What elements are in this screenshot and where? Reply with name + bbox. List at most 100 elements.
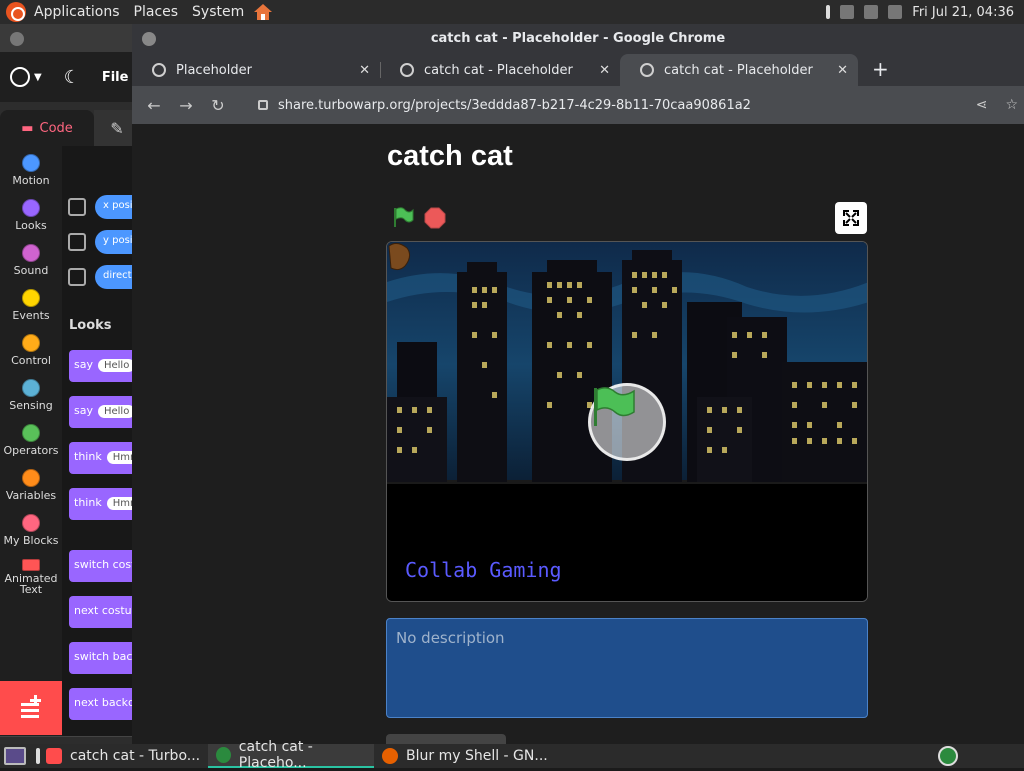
category-sensing[interactable]: Sensing xyxy=(0,379,62,412)
system-tray: Fri Jul 21, 04:36 xyxy=(826,0,1014,24)
think-block[interactable]: think Hmm xyxy=(69,442,140,474)
project-stage[interactable]: Collab Gaming xyxy=(386,241,868,602)
volume-icon[interactable] xyxy=(840,5,855,19)
description-textarea[interactable]: No description xyxy=(386,618,868,718)
system-menu-item[interactable]: System xyxy=(192,4,244,20)
switch-backdrop-block[interactable]: switch backd xyxy=(69,642,140,674)
globe-icon xyxy=(400,63,414,77)
add-extension-icon xyxy=(21,695,41,718)
block-palette: x posi y posi directi Looks say Hello say… xyxy=(62,146,140,736)
switch-costume-block[interactable]: switch costu xyxy=(69,550,140,582)
system-menu: Applications Places System xyxy=(0,2,274,22)
category-looks[interactable]: Looks xyxy=(0,199,62,232)
close-tab-icon[interactable]: ✕ xyxy=(837,63,848,78)
category-dot-icon xyxy=(22,154,40,172)
editor-bottom-strip xyxy=(0,736,140,744)
stop-icon[interactable] xyxy=(424,207,446,229)
add-extension-button[interactable] xyxy=(0,681,62,735)
window-menu-icon[interactable] xyxy=(10,32,24,46)
taskbar-item-chrome[interactable]: catch cat - Placeho... xyxy=(208,739,374,771)
tab-label: catch cat - Placeholder xyxy=(424,62,573,78)
window-menu-icon[interactable] xyxy=(142,32,156,46)
home-icon[interactable] xyxy=(252,2,274,22)
category-dot-icon xyxy=(22,244,40,262)
think-block[interactable]: think Hmm xyxy=(69,488,140,520)
taskbar-handle-icon[interactable] xyxy=(36,748,40,764)
back-arrow-icon[interactable]: ← xyxy=(138,96,170,115)
reporter-checkbox[interactable] xyxy=(68,233,86,251)
battery-icon[interactable] xyxy=(888,5,903,19)
editor-tabs: ▬ Code ✎ xyxy=(0,110,140,146)
chrome-toolbar: ← → ↻ share.turbowarp.org/projects/3eddd… xyxy=(132,86,1024,124)
next-costume-block[interactable]: next costum xyxy=(69,596,140,628)
category-motion[interactable]: Motion xyxy=(0,154,62,187)
globe-icon xyxy=(152,63,166,77)
category-variables[interactable]: Variables xyxy=(0,469,62,502)
turbowarp-menubar: ▼ ☾ File xyxy=(0,52,140,102)
block-categories: Motion Looks Sound Events Control Sensin… xyxy=(0,146,62,736)
show-desktop-icon[interactable] xyxy=(4,747,26,765)
category-dot-icon xyxy=(22,469,40,487)
say-block[interactable]: say Hello xyxy=(69,350,140,382)
category-animated-text[interactable]: Animated Text xyxy=(0,559,62,595)
chrome-tray-icon[interactable] xyxy=(938,746,958,766)
taskbar-item-turbowarp[interactable]: catch cat - Turbo... xyxy=(46,744,208,768)
page-content: catch cat Collab Gaming No description xyxy=(132,124,1024,744)
chrome-titlebar[interactable]: catch cat - Placeholder - Google Chrome xyxy=(132,24,1024,54)
lock-icon[interactable] xyxy=(258,100,268,110)
close-tab-icon[interactable]: ✕ xyxy=(359,63,370,78)
tab-placeholder[interactable]: Placeholder ✕ xyxy=(132,54,381,86)
category-operators[interactable]: Operators xyxy=(0,424,62,457)
new-tab-button[interactable]: + xyxy=(872,57,889,81)
chrome-app-icon xyxy=(216,747,231,763)
category-my-blocks[interactable]: My Blocks xyxy=(0,514,62,547)
taskbar-item-firefox[interactable]: Blur my Shell - GN... xyxy=(382,744,552,768)
say-block[interactable]: say Hello xyxy=(69,396,140,428)
clock[interactable]: Fri Jul 21, 04:36 xyxy=(912,5,1014,20)
places-menu[interactable]: Places xyxy=(134,4,179,20)
stage-caption: Collab Gaming xyxy=(405,558,562,582)
applications-menu[interactable]: Applications xyxy=(34,4,120,20)
system-top-bar: Applications Places System Fri Jul 21, 0… xyxy=(0,0,1024,24)
forward-arrow-icon[interactable]: → xyxy=(170,96,202,115)
fullscreen-button[interactable] xyxy=(835,202,867,234)
tab-code[interactable]: ▬ Code xyxy=(0,110,94,146)
tab-code-label: Code xyxy=(39,120,73,136)
category-sound[interactable]: Sound xyxy=(0,244,62,277)
reporter-checkbox[interactable] xyxy=(68,198,86,216)
chrome-tab-strip: Placeholder ✕ catch cat - Placeholder ✕ … xyxy=(132,54,1024,86)
category-dot-icon xyxy=(22,424,40,442)
turbowarp-editor-window: ▼ ☾ File ▬ Code ✎ Motion Looks Sound Eve… xyxy=(0,24,140,744)
next-backdrop-block[interactable]: next backdr xyxy=(69,688,140,720)
firefox-app-icon xyxy=(382,748,398,764)
bottom-taskbar: catch cat - Turbo... catch cat - Placeho… xyxy=(0,739,1024,771)
reload-icon[interactable]: ↻ xyxy=(202,96,234,115)
globe-icon[interactable] xyxy=(10,67,30,87)
share-icon[interactable]: ⋖ xyxy=(976,97,988,113)
start-overlay-button[interactable] xyxy=(588,383,666,461)
scroll-indicator xyxy=(386,734,506,744)
tab-catch-cat-active[interactable]: catch cat - Placeholder ✕ xyxy=(620,54,858,86)
address-bar[interactable]: share.turbowarp.org/projects/3eddda87-b2… xyxy=(278,98,751,113)
category-events[interactable]: Events xyxy=(0,289,62,322)
tab-label: Placeholder xyxy=(176,62,252,78)
project-title: catch cat xyxy=(387,140,513,172)
network-icon[interactable] xyxy=(864,5,879,19)
category-dot-icon xyxy=(22,514,40,532)
window-title: catch cat - Placeholder - Google Chrome xyxy=(430,31,726,46)
animated-text-icon xyxy=(22,559,40,571)
close-tab-icon[interactable]: ✕ xyxy=(599,63,610,78)
bookmark-star-icon[interactable]: ☆ xyxy=(1005,97,1018,113)
reporter-checkbox[interactable] xyxy=(68,268,86,286)
palette-heading-looks: Looks xyxy=(69,318,112,333)
green-flag-icon[interactable] xyxy=(392,206,414,228)
tray-menu-icon[interactable] xyxy=(826,5,831,19)
tab-catch-cat[interactable]: catch cat - Placeholder ✕ xyxy=(380,54,620,86)
moon-icon[interactable]: ☾ xyxy=(64,67,80,88)
green-flag-icon xyxy=(594,387,635,426)
chevron-down-icon[interactable]: ▼ xyxy=(34,72,42,83)
category-control[interactable]: Control xyxy=(0,334,62,367)
ubuntu-logo-icon[interactable] xyxy=(6,2,26,22)
turbowarp-app-icon xyxy=(46,748,62,764)
file-menu[interactable]: File xyxy=(102,70,129,85)
